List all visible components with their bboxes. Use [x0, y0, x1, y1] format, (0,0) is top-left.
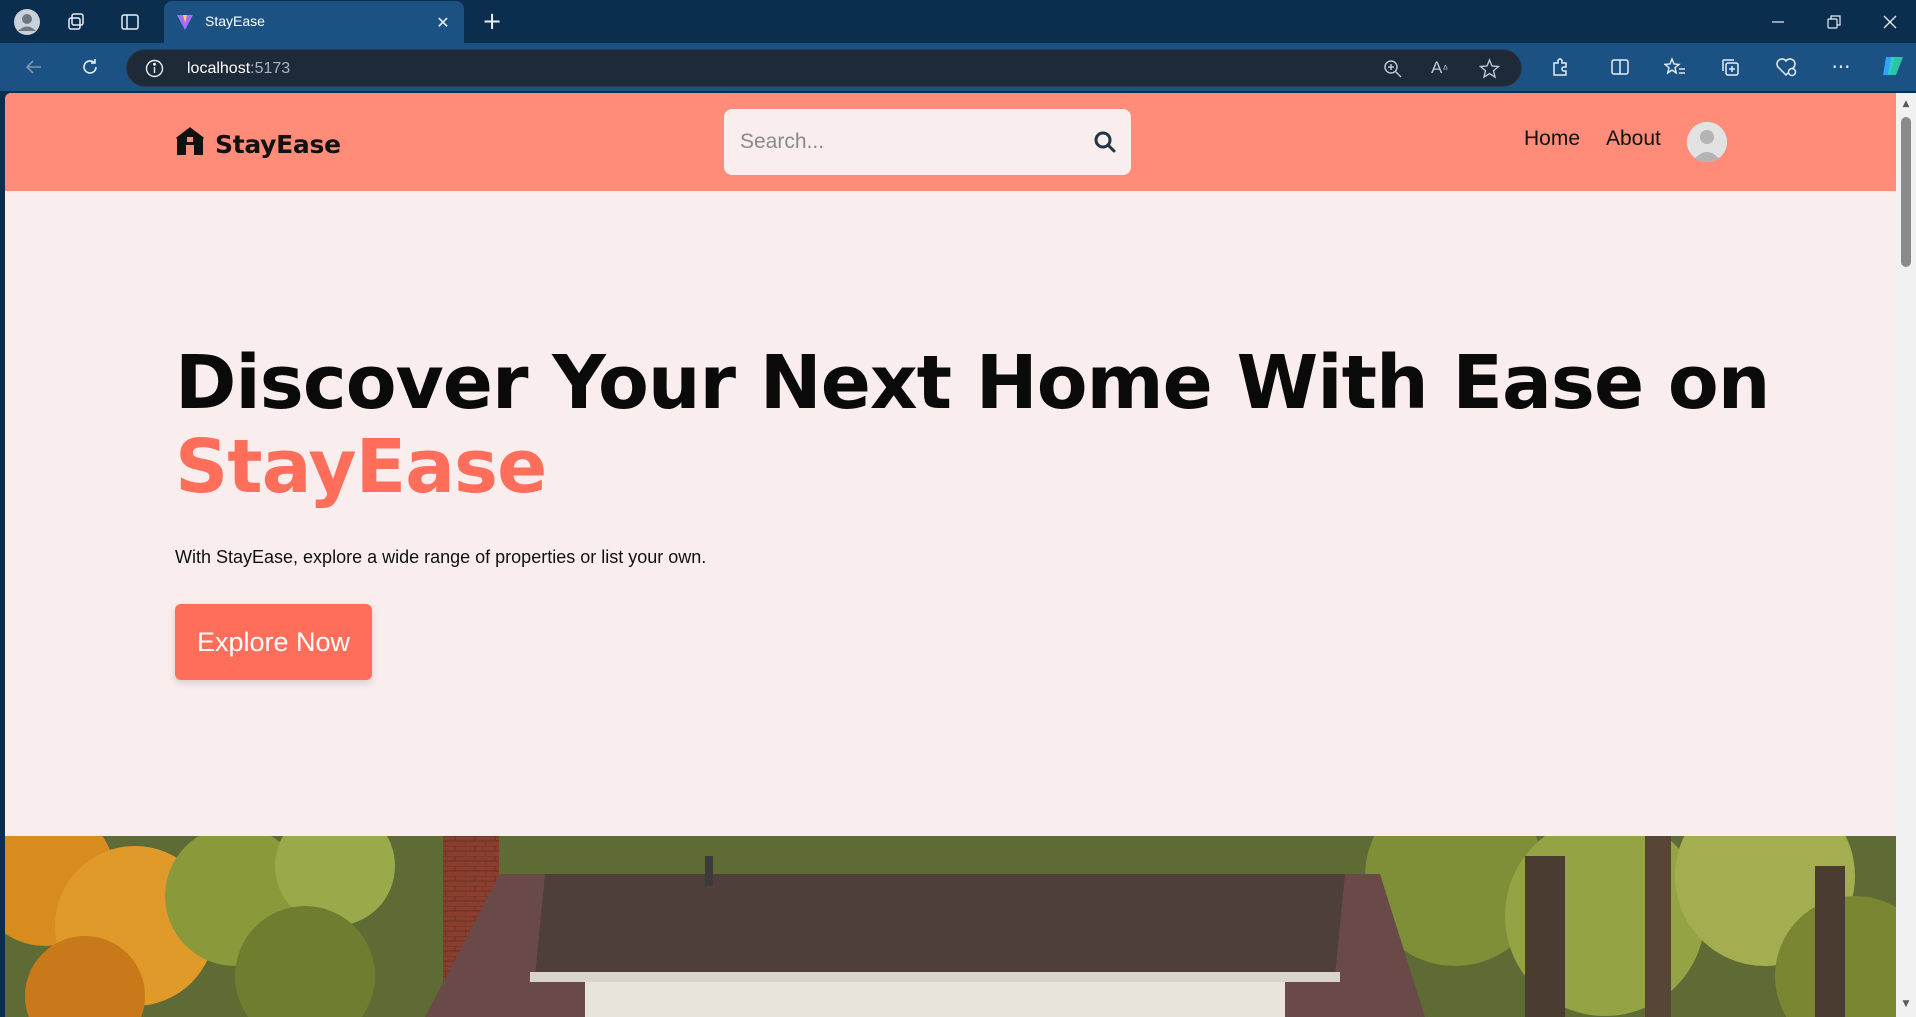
more-menu-icon[interactable]: ··· [1827, 53, 1855, 81]
back-icon[interactable] [20, 53, 48, 81]
hero-section: Discover Your Next Home With Ease on Sta… [5, 191, 1896, 836]
restore-icon[interactable] [1820, 8, 1848, 36]
browser-essentials-icon[interactable] [1772, 53, 1800, 81]
tab-close-icon[interactable]: ✕ [432, 11, 454, 33]
browser-toolbar: localhost:5173 Aᐞ ··· [0, 43, 1916, 91]
favorites-icon[interactable] [1661, 53, 1689, 81]
extensions-icon[interactable] [1546, 53, 1574, 81]
house-photo [5, 836, 1896, 1017]
search-container [724, 109, 1131, 175]
scrollbar-thumb[interactable] [1901, 117, 1911, 267]
close-window-icon[interactable] [1876, 8, 1904, 36]
minimize-icon[interactable] [1764, 8, 1792, 36]
reload-icon[interactable] [76, 53, 104, 81]
split-screen-icon[interactable] [1606, 53, 1634, 81]
hero-title-highlight: StayEase [175, 424, 547, 510]
read-aloud-icon[interactable]: Aᐞ [1431, 58, 1448, 78]
house-logo-icon [175, 127, 205, 161]
address-bar[interactable]: localhost:5173 Aᐞ [126, 49, 1522, 87]
profile-icon[interactable] [12, 7, 42, 37]
user-avatar[interactable] [1687, 122, 1727, 162]
nav-link-about[interactable]: About [1606, 127, 1661, 151]
nav-link-home[interactable]: Home [1524, 127, 1580, 151]
site-logo[interactable]: StayEase [175, 127, 341, 161]
hero-title-text: Discover Your Next Home With Ease on [175, 340, 1770, 426]
url-text: localhost:5173 [187, 60, 291, 77]
copilot-icon[interactable] [1878, 51, 1908, 81]
favorite-star-icon[interactable] [1478, 58, 1501, 83]
browser-tab-bar: StayEase ✕ + [0, 0, 1916, 43]
page-scrollbar[interactable]: ▲ ▼ [1896, 93, 1916, 1017]
explore-now-button[interactable]: Explore Now [175, 604, 372, 680]
hero-title: Discover Your Next Home With Ease on Sta… [175, 341, 1815, 509]
search-icon[interactable] [1093, 130, 1117, 154]
tab-actions-icon[interactable] [116, 8, 144, 36]
scroll-down-icon[interactable]: ▼ [1901, 999, 1911, 1009]
tab-title: StayEase [205, 13, 265, 29]
workspaces-icon[interactable] [62, 8, 90, 36]
hero-subtitle: With StayEase, explore a wide range of p… [175, 547, 707, 567]
vite-favicon-icon [176, 13, 194, 35]
page-viewport: StayEase Home About Discover Your Next H… [5, 93, 1896, 1017]
zoom-icon[interactable] [1383, 59, 1403, 83]
brand-name: StayEase [215, 129, 341, 159]
scroll-up-icon[interactable]: ▲ [1901, 99, 1911, 109]
search-input[interactable] [740, 126, 1070, 158]
new-tab-icon[interactable]: + [478, 7, 506, 35]
active-tab[interactable]: StayEase ✕ [164, 1, 464, 43]
site-navbar: StayEase Home About [5, 93, 1896, 191]
site-info-icon[interactable] [145, 59, 164, 82]
collections-icon[interactable] [1716, 53, 1744, 81]
